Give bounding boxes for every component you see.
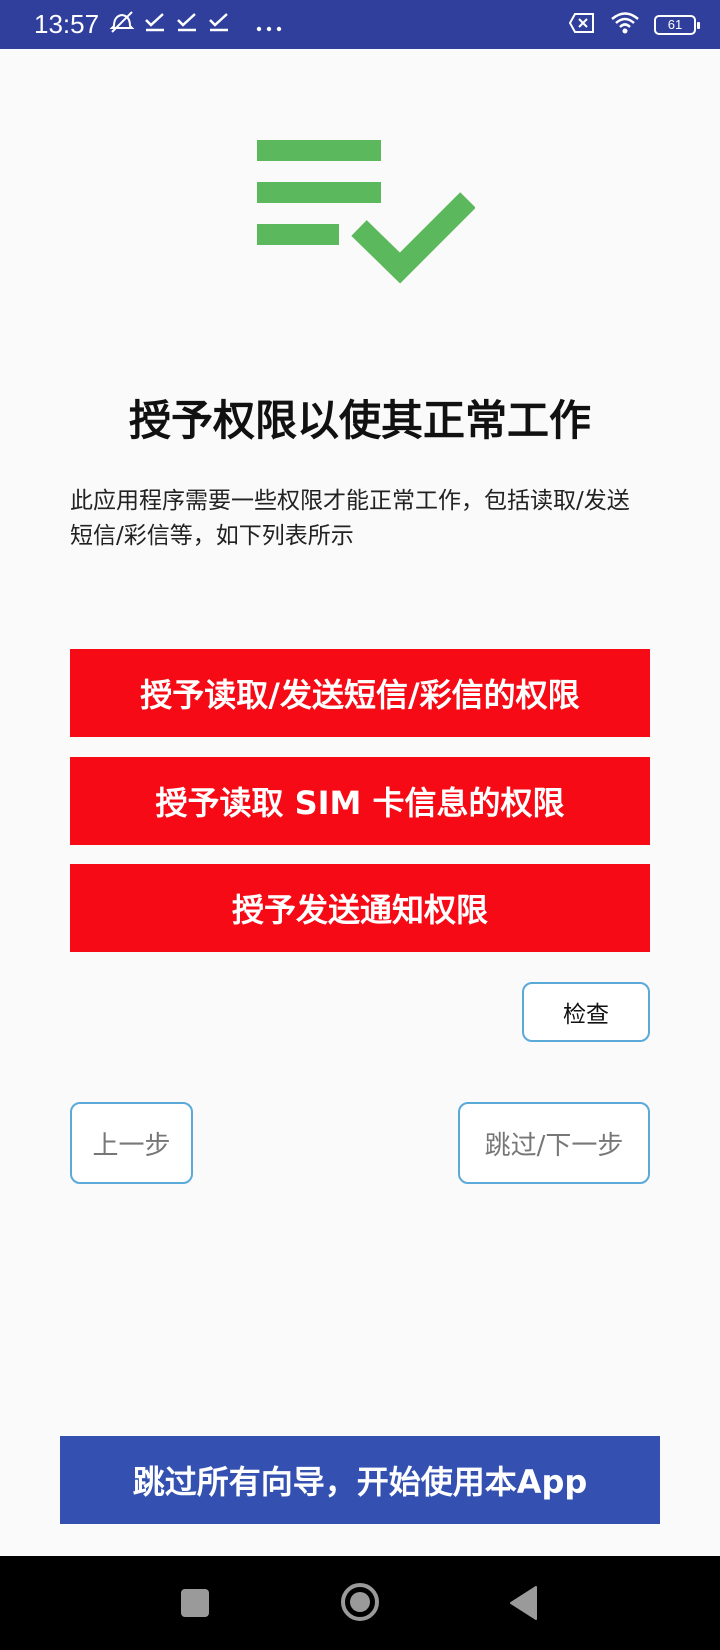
- mute-icon: [109, 10, 135, 40]
- list-check-icon: [255, 138, 476, 288]
- sim-x-icon: [568, 12, 596, 38]
- wifi-icon: [610, 11, 640, 39]
- battery-level: 61: [667, 17, 683, 32]
- grant-sim-permission-button[interactable]: 授予读取 SIM 卡信息的权限: [70, 757, 650, 845]
- previous-step-button[interactable]: 上一步: [70, 1102, 193, 1184]
- status-left: 13:57: [34, 9, 283, 40]
- battery-icon: 61: [654, 14, 700, 35]
- check-button[interactable]: 检查: [522, 982, 650, 1042]
- page-title: 授予权限以使其正常工作: [128, 396, 591, 445]
- page-description: 此应用程序需要一些权限才能正常工作，包括读取/发送短信/彩信等，如下列表所示: [70, 488, 630, 549]
- skip-next-button[interactable]: 跳过/下一步: [458, 1102, 650, 1184]
- system-nav-bar: [0, 1556, 720, 1650]
- grant-notification-permission-button[interactable]: 授予发送通知权限: [70, 864, 650, 952]
- more-dots-icon: [255, 10, 283, 39]
- check-icon: [175, 10, 199, 39]
- check-icon: [207, 10, 231, 39]
- status-time: 13:57: [34, 9, 100, 39]
- grant-sms-permission-button[interactable]: 授予读取/发送短信/彩信的权限: [70, 649, 650, 737]
- status-bar: 13:57 61: [0, 0, 720, 49]
- check-icon: [143, 10, 167, 39]
- skip-wizard-button[interactable]: 跳过所有向导，开始使用本App: [60, 1436, 660, 1524]
- back-icon[interactable]: [508, 1585, 538, 1621]
- home-icon[interactable]: [340, 1582, 380, 1622]
- recents-icon[interactable]: [181, 1589, 209, 1617]
- status-right: 61: [568, 11, 700, 39]
